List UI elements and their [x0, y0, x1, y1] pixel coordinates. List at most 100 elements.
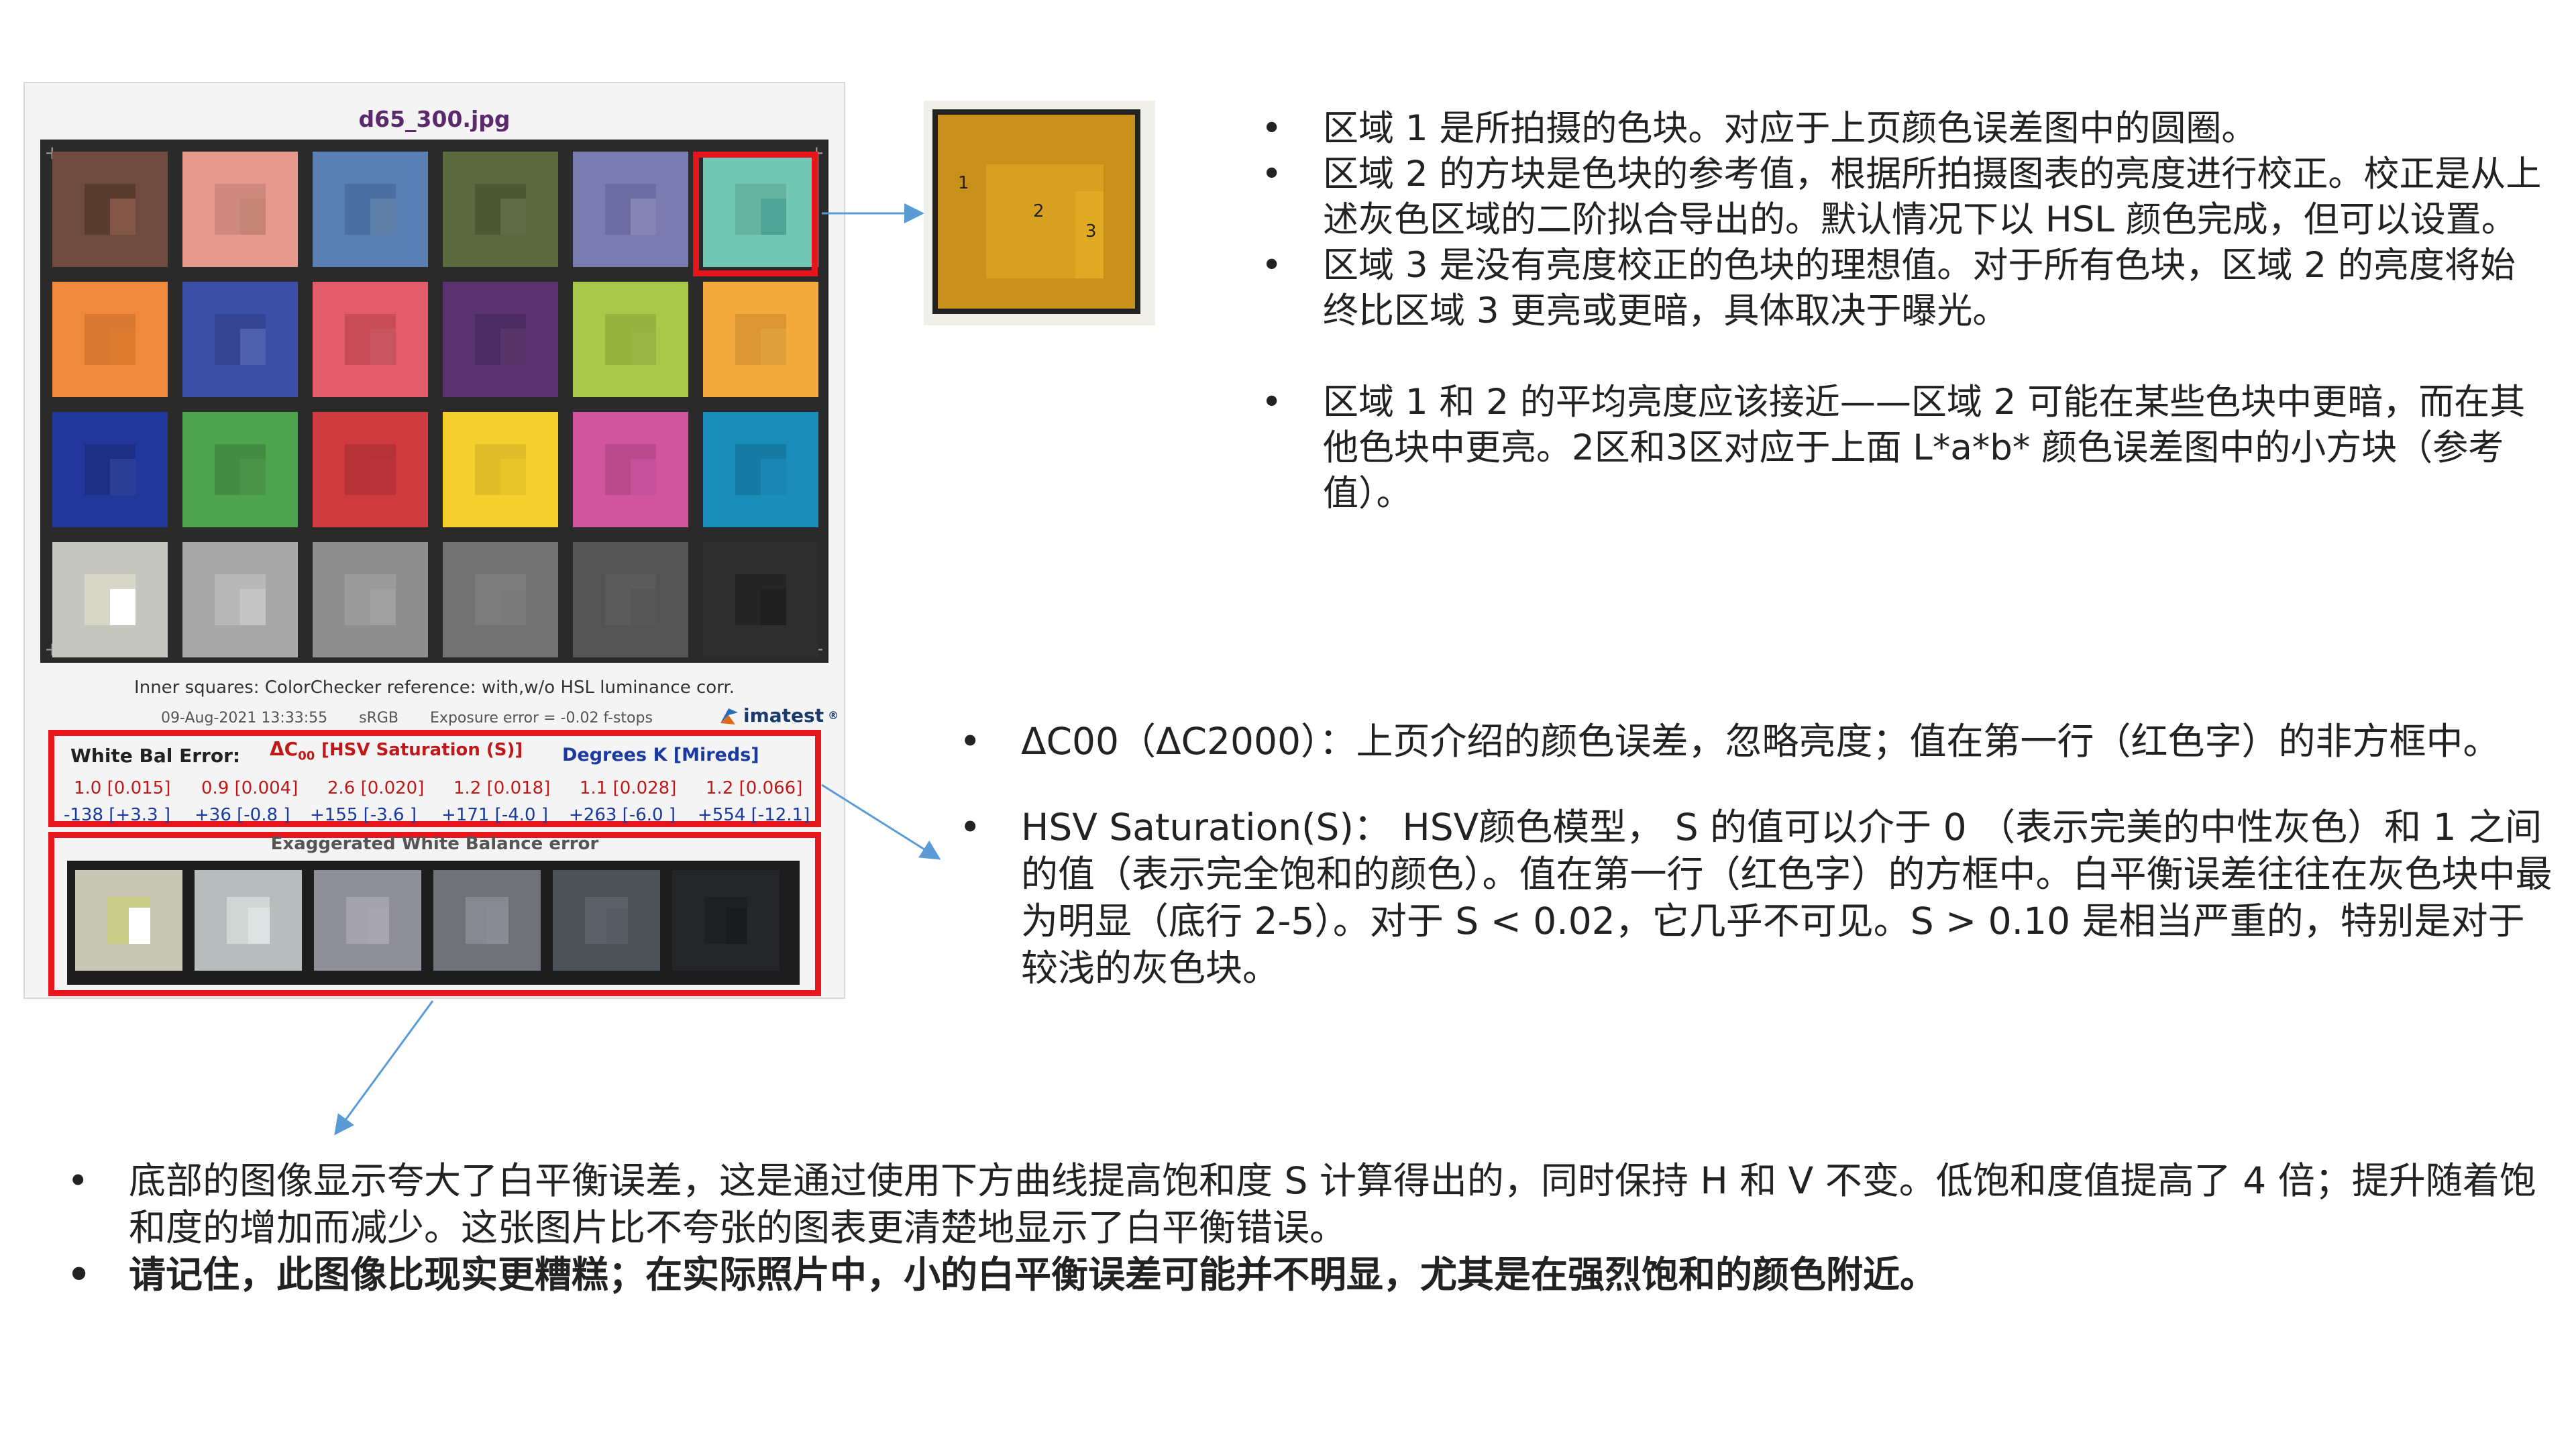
- color-patch: [443, 152, 558, 267]
- color-patch: [573, 412, 688, 527]
- color-patch: [313, 282, 428, 397]
- color-patch: [313, 412, 428, 527]
- list-item: • 区域 1 和 2 的平均亮度应该接近——区域 2 可能在某些色块中更暗，而在其…: [1261, 380, 2549, 517]
- imatest-brand: imatest ®: [719, 704, 839, 727]
- list-item-text: 区域 2 的方块是色块的参考值，根据所拍摄图表的亮度进行校正。校正是从上述灰色区…: [1323, 154, 2542, 240]
- list-item-text: 区域 1 是所拍摄的色块。对应于上页颜色误差图中的圆圈。: [1323, 108, 2257, 149]
- bullet-icon: •: [67, 1159, 89, 1202]
- color-patch: [182, 282, 298, 397]
- list-item-emphasis: • 请记住，此图像比现实更糟糕；在实际照片中，小的白平衡误差可能并不明显，尤其是在…: [67, 1251, 2549, 1298]
- bottom-notes-list: • 底部的图像显示夸大了白平衡误差，这是通过使用下方曲线提高饱和度 S 计算得出的…: [67, 1157, 2549, 1298]
- patch-ideal-square: [726, 908, 747, 944]
- list-item-text: 区域 3 是没有亮度校正的色块的理想值。对于所有色块，区域 2 的亮度将始终比区…: [1323, 245, 2516, 331]
- list-item-text: ΔC00（ΔC2000）：上页介绍的颜色误差，忽略亮度；值在第一行（红色字）的非…: [1021, 720, 2500, 763]
- color-patch: [703, 542, 818, 657]
- color-space: sRGB: [359, 710, 399, 727]
- patch-ideal-square: [500, 329, 526, 365]
- list-item-text: 底部的图像显示夸大了白平衡误差，这是通过使用下方曲线提高饱和度 S 计算得出的，…: [129, 1159, 2536, 1249]
- patch-ideal-square: [240, 329, 266, 365]
- patch-ideal-square: [631, 199, 656, 235]
- wb-kelvin-value: +171 [-4.0 ]: [441, 805, 548, 825]
- wb-kelvin-value: +263 [-6.0 ]: [569, 805, 676, 825]
- regions-explanation-list: • 区域 1 是所拍摄的色块。对应于上页颜色误差图中的圆圈。 • 区域 2 的方块是…: [1261, 106, 2549, 517]
- color-patch: [443, 412, 558, 527]
- color-patch: [182, 542, 298, 657]
- selected-patch-highlight: [693, 152, 818, 276]
- terms-explanation-list: • ΔC00（ΔC2000）：上页介绍的颜色误差，忽略亮度；值在第一行（红色字）的…: [959, 718, 2556, 991]
- exaggerated-patch: [314, 870, 421, 971]
- color-patch: [313, 152, 428, 267]
- inner-squares-caption: Inner squares: ColorChecker reference: w…: [134, 678, 735, 698]
- delta-c-subscript: 00: [298, 749, 315, 763]
- patch-ideal-square: [606, 908, 628, 944]
- list-item: • 底部的图像显示夸大了白平衡误差，这是通过使用下方曲线提高饱和度 S 计算得出的…: [67, 1157, 2549, 1251]
- patch-ideal-square: [631, 459, 656, 495]
- exposure-error: Exposure error = -0.02 f-stops: [430, 710, 653, 727]
- color-patch: [182, 152, 298, 267]
- exaggerated-patch: [553, 870, 660, 971]
- patch-ideal-square: [110, 199, 136, 235]
- exaggerated-patch: [433, 870, 541, 971]
- bullet-icon: •: [1261, 382, 1283, 423]
- list-item: • 区域 2 的方块是色块的参考值，根据所拍摄图表的亮度进行校正。校正是从上述灰色…: [1261, 152, 2549, 243]
- patch-ideal-square: [370, 589, 396, 625]
- list-item-text: 请记住，此图像比现实更糟糕；在实际照片中，小的白平衡误差可能并不明显，尤其是在强…: [129, 1253, 1937, 1296]
- patch-ideal-square: [631, 589, 656, 625]
- wb-delta-value: 2.6 [0.020]: [327, 778, 425, 798]
- color-patch: [443, 542, 558, 657]
- exaggerated-patch: [75, 870, 182, 971]
- exaggerated-patch: [195, 870, 302, 971]
- color-patch: [182, 412, 298, 527]
- patch-ideal-square: [110, 459, 136, 495]
- bullet-icon: •: [959, 720, 981, 763]
- color-patch: [573, 282, 688, 397]
- region-label-3: 3: [1085, 221, 1097, 241]
- list-item: • HSV Saturation(S)： HSV颜色模型， S 的值可以介于 0 …: [959, 804, 2556, 991]
- patch-ideal-square: [631, 329, 656, 365]
- color-patch: [573, 542, 688, 657]
- wb-delta-value: 1.1 [0.028]: [580, 778, 677, 798]
- degrees-k-label: Degrees K [Mireds]: [562, 745, 759, 765]
- arrow-to-bottom-text: [334, 1000, 434, 1136]
- exaggerated-wb-title: Exaggerated White Balance error: [270, 834, 599, 854]
- region-label-1: 1: [958, 173, 969, 193]
- bullet-icon: •: [959, 806, 981, 849]
- wb-kelvin-value: -138 [+3.3 ]: [64, 805, 170, 825]
- patch-ideal-square: [110, 329, 136, 365]
- patch-ideal-square: [240, 459, 266, 495]
- patch-ideal-square: [487, 908, 508, 944]
- white-bal-error-label: White Bal Error:: [70, 745, 241, 767]
- patch-ideal-square: [370, 459, 396, 495]
- color-patch: [52, 542, 168, 657]
- capture-metadata: 09-Aug-2021 13:33:55 sRGB Exposure error…: [161, 710, 680, 727]
- wb-kelvin-value: +554 [-12.1]: [698, 805, 810, 825]
- bullet-icon: •: [67, 1253, 91, 1296]
- imatest-logo-icon: [720, 708, 738, 724]
- patch-ideal-square: [248, 908, 270, 944]
- color-patch: [443, 282, 558, 397]
- list-item: • 区域 3 是没有亮度校正的色块的理想值。对于所有色块，区域 2 的亮度将始终比…: [1261, 243, 2549, 334]
- color-patch: [313, 542, 428, 657]
- patch-ideal-square: [370, 329, 396, 365]
- region-label-2: 2: [1033, 201, 1044, 221]
- list-item-text: HSV Saturation(S)： HSV颜色模型， S 的值可以介于 0 （…: [1021, 806, 2553, 989]
- color-patch: [703, 412, 818, 527]
- list-item-text: 区域 1 和 2 的平均亮度应该接近——区域 2 可能在某些色块中更暗，而在其他…: [1323, 382, 2526, 514]
- brand-mark: ®: [828, 709, 839, 722]
- wb-kelvin-value: +155 [-3.6 ]: [310, 805, 417, 825]
- color-patch: [703, 282, 818, 397]
- wb-delta-value: 1.2 [0.018]: [453, 778, 551, 798]
- patch-ideal-square: [240, 199, 266, 235]
- patch-ideal-square: [761, 329, 786, 365]
- color-patch: [573, 152, 688, 267]
- brand-name: imatest: [743, 704, 824, 727]
- patch-ideal-square: [370, 199, 396, 235]
- patch-ideal-square: [761, 589, 786, 625]
- patch-ideal-square: [500, 459, 526, 495]
- patch-ideal-square: [500, 589, 526, 625]
- color-patch: [52, 152, 168, 267]
- wb-delta-value: 1.2 [0.066]: [706, 778, 803, 798]
- capture-date: 09-Aug-2021 13:33:55: [161, 710, 328, 727]
- bullet-icon: •: [1261, 245, 1283, 286]
- bullet-icon: •: [1261, 108, 1283, 149]
